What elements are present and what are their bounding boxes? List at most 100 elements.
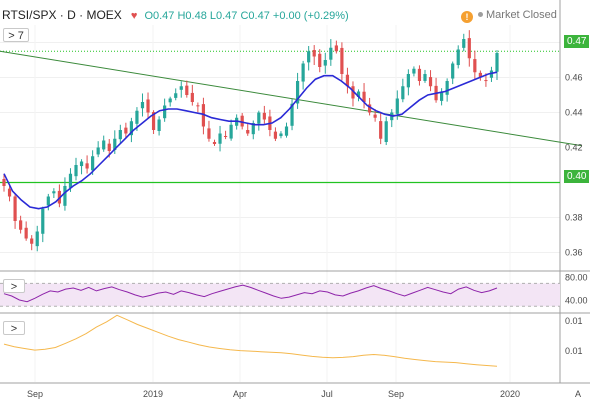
candle-body: [379, 121, 383, 139]
heart-icon[interactable]: ♥: [131, 10, 138, 22]
candle-body: [74, 165, 78, 177]
candle-body: [118, 130, 122, 140]
candle-body: [218, 133, 222, 144]
candle-body: [451, 63, 455, 79]
osc-tick-label: 0.01: [565, 346, 583, 356]
candle-body: [240, 115, 244, 127]
candle-body: [190, 92, 194, 102]
candle-body: [467, 38, 471, 59]
candle-body: [196, 105, 200, 107]
y-tick-label: 0.46: [565, 73, 583, 83]
candle-body: [24, 227, 28, 239]
y-tick-label: 0.38: [565, 213, 583, 223]
change-value: +0.00 (+0.29%): [272, 10, 349, 22]
rsi-collapse-button[interactable]: >: [3, 279, 25, 293]
candle-body: [163, 105, 167, 119]
candle-body: [246, 129, 250, 134]
indicators-toggle-button[interactable]: > 7: [3, 28, 29, 42]
candle-body: [107, 143, 111, 151]
candle-body: [140, 102, 145, 109]
candle-body: [423, 74, 427, 81]
candle-body: [30, 238, 34, 244]
x-tick-label: Jul: [321, 389, 333, 399]
candle-body: [13, 196, 17, 221]
candle-body: [96, 147, 100, 155]
candle-body: [212, 141, 217, 144]
y-tick-label: 0.44: [565, 108, 583, 118]
chart-header: RTSI/SPX · D · MOEX ♥ O0.47 H0.48 L0.47 …: [2, 8, 349, 22]
oscillator-collapse-button[interactable]: >: [3, 321, 25, 335]
candle-body: [262, 112, 266, 120]
candle-body: [334, 45, 338, 52]
candle-body: [63, 186, 67, 206]
candle-body: [495, 53, 499, 72]
chevron-right-icon: >: [10, 323, 18, 335]
candle-body: [229, 124, 233, 139]
candle-body: [185, 85, 189, 95]
rsi-pane: [0, 282, 560, 307]
candle-body: [19, 220, 23, 230]
candle-body: [223, 135, 228, 137]
symbol-title[interactable]: RTSI/SPX · D · MOEX: [2, 8, 122, 22]
x-tick-label: Sep: [388, 389, 404, 399]
candle-body: [284, 126, 289, 136]
status-dot-icon: [478, 12, 483, 17]
candle-body: [41, 208, 45, 234]
x-tick-label: Apr: [233, 389, 247, 399]
candle-body: [257, 112, 261, 124]
chart-background: [0, 0, 590, 402]
y-tick-label: 0.42: [565, 143, 583, 153]
candle-body: [340, 47, 344, 74]
market-status[interactable]: ! Market Closed: [461, 9, 557, 23]
candle-body: [46, 196, 50, 206]
candle-body: [373, 114, 377, 118]
candle-body: [146, 99, 150, 113]
candle-body: [307, 51, 311, 63]
y-tick-label: 0.36: [565, 248, 583, 258]
candle-body: [484, 80, 488, 82]
candle-body: [7, 188, 12, 197]
level-price-tag: 0.40: [564, 170, 590, 183]
candle-body: [179, 86, 183, 90]
osc-tick-label: 0.01: [565, 316, 583, 326]
x-tick-label: 2020: [500, 389, 520, 399]
candle-body: [157, 119, 161, 131]
market-status-text: Market Closed: [486, 9, 557, 21]
chevron-right-icon: >: [8, 30, 15, 42]
x-tick-label: A: [575, 389, 581, 399]
candle-body: [417, 68, 422, 81]
candle-body: [52, 191, 56, 194]
candle-body: [168, 98, 172, 103]
candle-body: [462, 39, 466, 48]
rsi-tick-label: 40.00: [565, 296, 588, 306]
candle-body: [473, 59, 477, 73]
candle-body: [395, 98, 399, 114]
candle-body: [68, 173, 73, 188]
candle-body: [79, 161, 84, 167]
candle-body: [384, 121, 388, 143]
candle-body: [406, 74, 410, 88]
ohlc-values: O0.47 H0.48 L0.47 C0.47: [144, 10, 270, 22]
candle-body: [174, 93, 178, 98]
candle-body: [312, 50, 316, 57]
x-tick-label: 2019: [143, 389, 163, 399]
candle-body: [35, 231, 39, 247]
candle-body: [301, 63, 305, 82]
candle-body: [102, 140, 106, 150]
candle-body: [401, 86, 405, 100]
indicators-count: 7: [17, 30, 24, 42]
candle-body: [2, 179, 6, 186]
candle-body: [456, 49, 460, 66]
candle-body: [323, 60, 327, 66]
chart-canvas[interactable]: 0.480.460.440.420.380.3680.0040.000.010.…: [0, 0, 590, 402]
candle-body: [412, 68, 416, 74]
candle-body: [91, 156, 95, 171]
candle-body: [207, 128, 211, 139]
warning-icon: !: [461, 11, 473, 23]
candle-body: [318, 53, 322, 67]
candle-body: [445, 81, 449, 95]
last-price-tag: 0.47: [564, 35, 590, 48]
candle-body: [428, 77, 433, 87]
rsi-band: [0, 283, 560, 307]
x-tick-label: Sep: [27, 389, 43, 399]
